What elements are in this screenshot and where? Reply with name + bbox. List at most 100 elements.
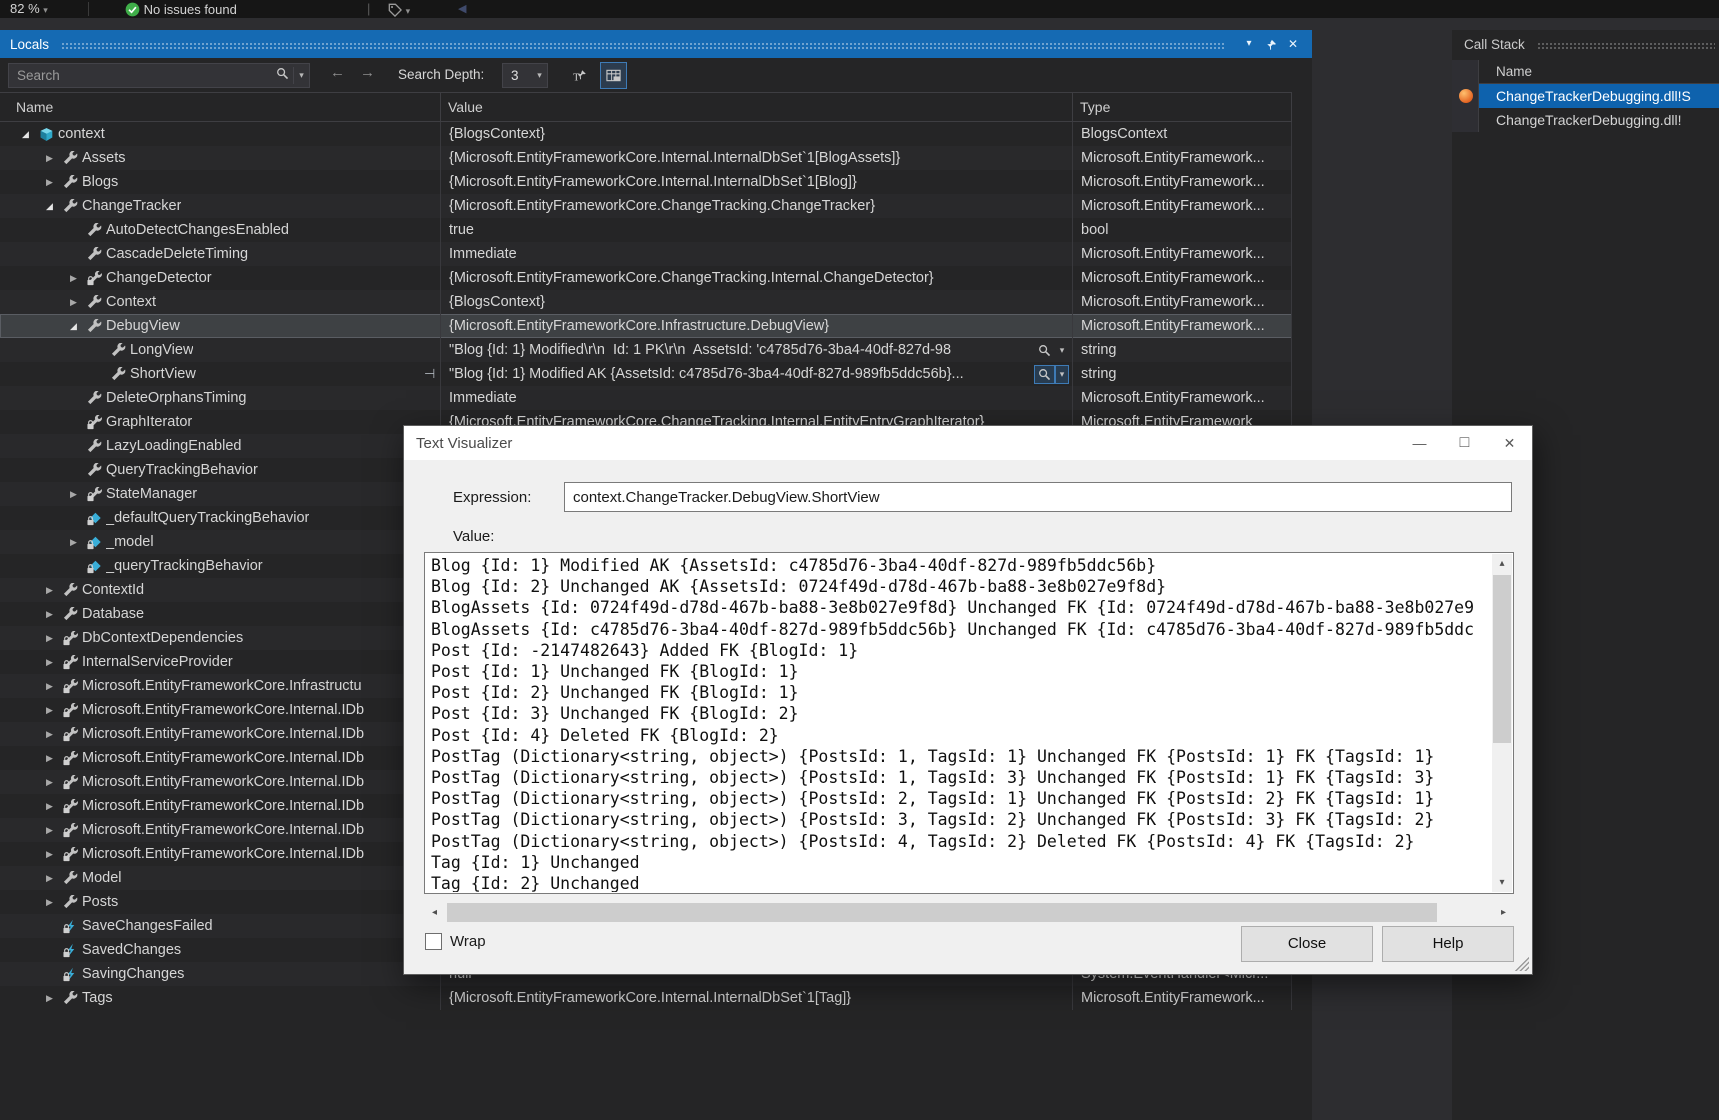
locals-row-cascadedeletetiming[interactable]: CascadeDeleteTimingImmediateMicrosoft.En… [0,242,1292,266]
value-cell[interactable]: {Microsoft.EntityFrameworkCore.Infrastru… [440,314,1072,338]
call-stack-frame[interactable]: ChangeTrackerDebugging.dll!S [1479,84,1719,108]
search-box[interactable]: ▾ [8,63,310,88]
value-cell[interactable]: {Microsoft.EntityFrameworkCore.Internal.… [440,170,1072,194]
collapsed-twisty-icon[interactable]: ▶ [46,674,63,698]
close-icon[interactable]: ✕ [1282,30,1304,58]
collapsed-twisty-icon[interactable]: ▶ [46,746,63,770]
scroll-left-icon[interactable]: ◂ [424,902,445,923]
tag-control[interactable]: ▾ [388,1,410,19]
locals-row-longview[interactable]: LongView"Blog {Id: 1} Modified\r\n Id: 1… [0,338,1292,362]
column-separator[interactable] [1291,93,1292,122]
collapsed-twisty-icon[interactable]: ▶ [46,794,63,818]
search-depth-combobox[interactable]: 3 ▾ [502,63,548,88]
locals-row-autodetectchangesenabled[interactable]: AutoDetectChangesEnabledtruebool [0,218,1292,242]
collapsed-twisty-icon[interactable]: ▶ [46,578,63,602]
collapsed-twisty-icon[interactable]: ▶ [46,602,63,626]
locals-row-context[interactable]: ◢context{BlogsContext}BlogsContext [0,122,1292,146]
locals-row-assets[interactable]: ▶Assets{Microsoft.EntityFrameworkCore.In… [0,146,1292,170]
value-cell[interactable]: Immediate [440,386,1072,410]
vertical-scroll-thumb[interactable] [1493,575,1511,743]
locals-row-deleteorphanstiming[interactable]: DeleteOrphansTimingImmediateMicrosoft.En… [0,386,1292,410]
minimize-icon[interactable]: — [1397,426,1442,460]
scroll-down-icon[interactable]: ▾ [1492,873,1512,892]
collapsed-twisty-icon[interactable]: ▶ [46,770,63,794]
expanded-twisty-icon[interactable]: ◢ [22,122,39,146]
collapsed-twisty-icon[interactable]: ▶ [46,722,63,746]
visualizer-caret-icon[interactable]: ▾ [1055,365,1069,384]
magnifier-icon[interactable] [1034,341,1055,360]
value-cell[interactable]: {BlogsContext} [440,122,1072,146]
expanded-twisty-icon[interactable]: ◢ [70,314,87,338]
call-stack-column-header[interactable]: Name [1479,60,1719,84]
issues-status[interactable]: No issues found [125,1,237,19]
close-button[interactable]: Close [1241,926,1373,962]
collapsed-twisty-icon[interactable]: ▶ [46,818,63,842]
collapsed-twisty-icon[interactable]: ▶ [70,482,87,506]
scroll-right-icon[interactable]: ▸ [1493,902,1514,923]
dialog-title-bar[interactable]: Text Visualizer — □ ✕ [404,426,1532,460]
text-visualizer-launcher[interactable]: ▾ [1034,365,1072,384]
search-back-icon[interactable]: ← [330,64,345,81]
text-visualizer-launcher[interactable]: ▾ [1034,341,1072,360]
locals-row-shortview[interactable]: ⊣ ShortView"Blog {Id: 1} Modified AK {As… [0,362,1292,386]
column-header-value[interactable]: Value [448,93,483,122]
wrap-checkbox[interactable] [425,933,442,950]
chevron-down-icon[interactable]: ▾ [43,5,48,15]
locals-row-debugview[interactable]: ◢DebugView{Microsoft.EntityFrameworkCore… [0,314,1292,338]
collapsed-twisty-icon[interactable]: ▶ [46,650,63,674]
collapsed-twisty-icon[interactable]: ▶ [46,986,63,1010]
expanded-twisty-icon[interactable]: ◢ [46,194,63,218]
expression-input[interactable] [564,482,1512,512]
collapsed-twisty-icon[interactable]: ▶ [46,842,63,866]
search-input[interactable] [9,68,271,83]
call-stack-title-bar[interactable]: Call Stack [1452,30,1719,58]
magnifier-icon[interactable] [1034,365,1055,384]
search-icon[interactable] [271,67,293,85]
locals-row-changetracker[interactable]: ◢ChangeTracker{Microsoft.EntityFramework… [0,194,1292,218]
horizontal-scroll-thumb[interactable] [447,903,1437,922]
help-button[interactable]: Help [1382,926,1514,962]
column-separator[interactable] [1072,93,1073,122]
search-forward-icon[interactable]: → [360,64,375,81]
value-cell[interactable]: "Blog {Id: 1} Modified\r\n Id: 1 PK\r\n … [440,338,1072,362]
collapsed-twisty-icon[interactable]: ▶ [46,626,63,650]
pin-to-source-icon[interactable]: ⊣ [424,362,435,386]
maximize-icon[interactable]: □ [1442,426,1487,460]
call-stack-frame[interactable]: ChangeTrackerDebugging.dll! [1479,108,1719,132]
chevron-down-icon[interactable]: ▾ [406,6,411,16]
search-options-caret-icon[interactable]: ▾ [293,67,309,84]
chevron-down-icon[interactable]: ▾ [532,70,547,81]
close-icon[interactable]: ✕ [1487,426,1532,460]
pin-datatip-button[interactable]: T [566,62,593,89]
collapsed-twisty-icon[interactable]: ▶ [70,290,87,314]
value-cell[interactable]: {BlogsContext} [440,290,1072,314]
window-position-caret-icon[interactable]: ▾ [1238,30,1260,58]
horizontal-scrollbar[interactable]: ◂ ▸ [424,902,1514,923]
locals-row-tags[interactable]: ▶Tags{Microsoft.EntityFrameworkCore.Inte… [0,986,1292,1010]
collapsed-twisty-icon[interactable]: ▶ [46,890,63,914]
value-cell[interactable]: {Microsoft.EntityFrameworkCore.Internal.… [440,986,1072,1010]
zoom-control[interactable]: 82 % ▾ [10,0,48,18]
value-cell[interactable]: Immediate [440,242,1072,266]
collapsed-twisty-icon[interactable]: ▶ [70,530,87,554]
visualizer-text-area[interactable]: Blog {Id: 1} Modified AK {AssetsId: c478… [424,552,1514,894]
collapsed-twisty-icon[interactable]: ▶ [46,698,63,722]
vertical-scrollbar[interactable]: ▴ ▾ [1492,554,1512,892]
locals-title-bar[interactable]: Locals ▾ ✕ [0,30,1312,58]
visualizer-caret-icon[interactable]: ▾ [1055,341,1069,360]
value-cell[interactable]: true [440,218,1072,242]
collapsed-twisty-icon[interactable]: ▶ [46,170,63,194]
value-cell[interactable]: "Blog {Id: 1} Modified AK {AssetsId: c47… [440,362,1072,386]
locals-row-changedetector[interactable]: ▶ChangeDetector{Microsoft.EntityFramewor… [0,266,1292,290]
grid-view-toggle-button[interactable] [600,62,627,89]
value-cell[interactable]: {Microsoft.EntityFrameworkCore.ChangeTra… [440,266,1072,290]
column-header-type[interactable]: Type [1080,93,1110,122]
column-header-name[interactable]: Name [16,93,53,122]
value-cell[interactable]: {Microsoft.EntityFrameworkCore.ChangeTra… [440,194,1072,218]
locals-row-context[interactable]: ▶Context{BlogsContext}Microsoft.EntityFr… [0,290,1292,314]
column-separator[interactable] [440,93,441,122]
resize-grip[interactable] [1514,956,1529,971]
pin-icon[interactable] [1260,30,1282,58]
value-cell[interactable]: {Microsoft.EntityFrameworkCore.Internal.… [440,146,1072,170]
collapsed-twisty-icon[interactable]: ▶ [46,866,63,890]
